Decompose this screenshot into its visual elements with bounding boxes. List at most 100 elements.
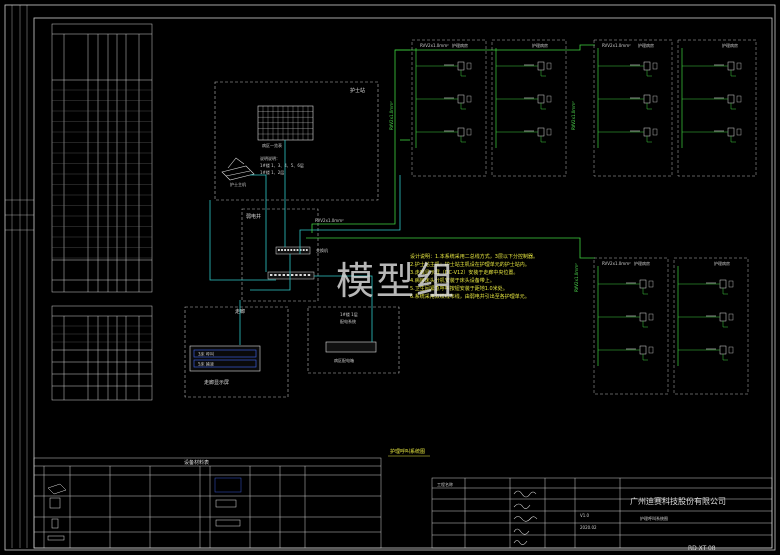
switch-icon [267,246,315,280]
ward-room-label: 护理病房 [452,42,468,48]
call-button [466,62,472,70]
equipment-room-label: 弱电井 [246,213,261,220]
nurse-station-box: 护士站 病区一览表 护士主机 说明说明： 1#楼 1、3、4、5、6层 1#楼 … [214,81,379,201]
ward-room-box [593,39,673,177]
ward-room-box [411,39,487,177]
terminal-wire [540,103,546,110]
bed-terminal [643,127,651,137]
terminal-wire [722,354,728,361]
svg-text:RVV2x1.0mm²: RVV2x1.0mm² [574,263,579,292]
terminal-wire [642,288,648,295]
ward-cable-label: RVV2x1.0mm² [602,43,631,48]
date-value: 2020.02 [580,525,597,530]
svg-text:RVV2x1.0mm²: RVV2x1.0mm² [571,101,576,130]
ward-cable-label: RVV2x1.0mm² [602,261,631,266]
ward-room-label: 护理病房 [532,42,548,48]
power-box: 病区配电箱 1#楼 1层 配电系统 [307,306,400,374]
terminal-wire [540,136,546,143]
terminal-wire [460,70,466,77]
terminal-wire [730,103,736,110]
svg-text:1#楼 1、3、4、5、6层: 1#楼 1、3、4、5、6层 [260,162,304,168]
bed-terminal [643,61,651,71]
terminal-wire [722,288,728,295]
bed-terminal [457,127,465,137]
bed-terminal [639,312,647,322]
call-button [466,95,472,103]
call-button [736,128,742,136]
terminal-wire [730,70,736,77]
call-button [546,62,552,70]
system-title: 护理呼叫系统图 [390,448,425,455]
ward-group: 护理病房 护理病房RVV2x1.0mm² [411,39,567,177]
bed-terminal [537,127,545,137]
bed-terminal [719,345,727,355]
project-label: 工程名称 [437,481,453,487]
statistics-table-1 [51,23,153,293]
bed-terminal [727,127,735,137]
svg-text:RVV2x1.0mm²: RVV2x1.0mm² [389,101,394,130]
equipment-list-table [33,457,382,549]
call-button [648,313,654,321]
terminal-wire [730,136,736,143]
bed-terminal [639,279,647,289]
terminal-wire [540,70,546,77]
ward-room-box [677,39,757,177]
corridor-box: 走廊 3床 呼叫 5床 输液 走廊显示屏 [184,306,289,398]
call-button [736,95,742,103]
bed-terminal [727,94,735,104]
drawing-code: RD-XT-08 [688,545,716,552]
nurse-station-label: 护士站 [350,87,365,94]
bed-terminal [537,94,545,104]
terminal-wire [642,321,648,328]
statistics-table-2 [51,305,153,401]
call-button [546,128,552,136]
power-box-label: 病区配电箱 [334,357,354,363]
bed-terminal [639,345,647,355]
bed-terminal [457,61,465,71]
ward-room-label: 护理病房 [722,42,738,48]
corridor-display: 3床 呼叫 5床 输液 [189,345,261,372]
call-button [652,128,658,136]
call-button [466,128,472,136]
bed-terminal [643,94,651,104]
bed-terminal [537,61,545,71]
nurse-console-icon [221,157,255,181]
ward-room-label: 护理病房 [634,260,650,266]
statistics-table-1-rows [52,89,152,259]
ward-room-box [491,39,567,177]
ward-room-box [593,257,669,395]
terminal-wire [460,103,466,110]
call-button [728,280,734,288]
display-line-2: 5床 输液 [198,361,214,367]
svg-text:1#楼 1、2层: 1#楼 1、2层 [260,169,284,175]
ward-group: 护理病房 护理病房RVV2x1.0mm² [593,257,749,395]
nurse-console-label: 护士主机 [230,181,246,187]
equipment-icons [47,477,242,541]
terminal-wire [642,354,648,361]
terminal-wire [646,70,652,77]
terminal-wire [646,103,652,110]
switch-label: 交换机 [316,247,328,253]
bed-terminal [457,94,465,104]
statistics-table-2-rows [52,325,152,343]
call-button [728,346,734,354]
ward-group: 护理病房 护理病房RVV2x1.0mm² [593,39,757,177]
watermark: 模型组 [336,259,457,303]
bed-terminal [727,61,735,71]
call-button [652,95,658,103]
title-block [431,477,773,549]
ward-room-box [673,257,749,395]
ward-groups: 护理病房 护理病房RVV2x1.0mm² 护理病房 护理病房RVV2x1.0mm²护理… [411,39,757,395]
green-wiring [306,44,595,259]
overview-panel-label: 病区一览表 [262,142,282,148]
call-button [546,95,552,103]
svg-text:配电系统: 配电系统 [340,318,356,324]
overview-panel: 病区一览表 [257,105,314,148]
call-button [648,280,654,288]
trunk-cable-spec: RVV2x1.0mm² [315,218,344,223]
call-button [728,313,734,321]
call-button [736,62,742,70]
terminal-wire [460,136,466,143]
call-button [652,62,658,70]
terminal-wire [722,321,728,328]
